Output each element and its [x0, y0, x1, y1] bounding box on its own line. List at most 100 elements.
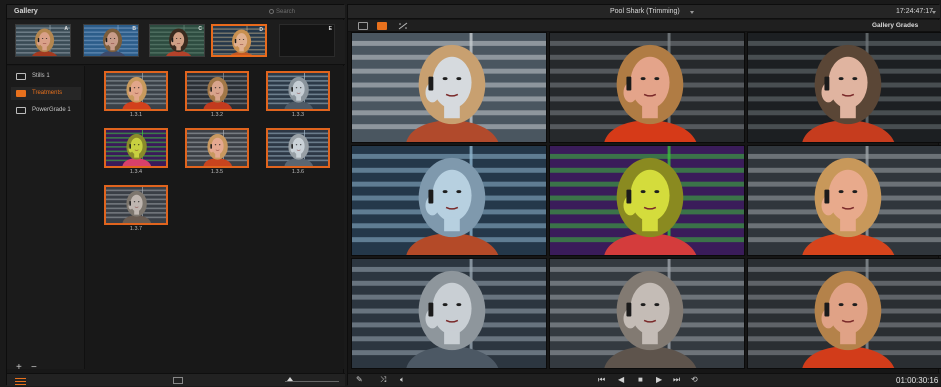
album-label: Treatments [32, 90, 63, 96]
search-placeholder: Search [276, 9, 296, 15]
album-label: PowerGrade 1 [32, 107, 71, 113]
clip-title[interactable]: Pool Shark (Trimming) [610, 8, 680, 15]
album-label: Stills 1 [32, 73, 50, 79]
thumbnail-size-slider[interactable] [285, 381, 339, 382]
still-label: 1.3.2 [210, 112, 224, 118]
gallery-still[interactable]: 1.3.4 [104, 128, 168, 176]
grade-cell[interactable] [747, 32, 941, 143]
add-album-button[interactable]: + [16, 362, 22, 373]
stills-album-icon [16, 73, 26, 80]
memory-letter: D [259, 27, 263, 33]
gallery-still[interactable]: 1.3.5 [185, 128, 249, 176]
split-mode-label[interactable]: Gallery Grades [872, 22, 918, 29]
portrait-image [550, 33, 744, 142]
still-label: 1.3.5 [210, 169, 224, 175]
remove-album-button[interactable]: − [31, 362, 37, 373]
portrait-image [16, 25, 70, 56]
grade-grid [351, 32, 941, 372]
portrait-image [268, 73, 328, 109]
portrait-image [84, 25, 138, 56]
portrait-image [748, 146, 941, 255]
grade-cell[interactable] [549, 258, 745, 369]
memory-letter: C [198, 26, 202, 32]
still-label: 1.3.3 [291, 112, 305, 118]
grade-cell[interactable] [747, 145, 941, 256]
album-list: Stills 1 Treatments PowerGrade 1 [7, 66, 85, 369]
memory-slot[interactable]: D [211, 24, 267, 57]
grade-cell[interactable] [549, 32, 745, 143]
gallery-still[interactable]: 1.3.7 [104, 185, 168, 233]
grade-cell[interactable] [351, 32, 547, 143]
gallery-title: Gallery [14, 8, 38, 15]
treatments-album-icon [16, 90, 26, 97]
portrait-image [187, 73, 247, 109]
memory-slot[interactable]: C [149, 24, 205, 57]
portrait-image [106, 130, 166, 166]
wipe-icon[interactable] [398, 22, 408, 30]
viewer-header: Pool Shark (Trimming) 17:24:47:17 [348, 5, 940, 19]
still-thumbnail[interactable] [266, 71, 330, 111]
record-timecode: 01:00:30:16 [896, 376, 939, 385]
audio-icon[interactable]: 🔈︎ [400, 375, 405, 385]
loop-button[interactable]: ⟲ [691, 375, 698, 384]
gallery-header: Gallery Search [7, 5, 345, 19]
memory-slot[interactable]: E [279, 24, 335, 57]
shuffle-icon[interactable]: ⤨ [380, 375, 386, 385]
powergrade-album-icon [16, 107, 26, 114]
stills-grid: 1.3.1 1.3.2 1.3.3 1.3.4 1.3.5 1.3.6 1.3.7 [86, 66, 344, 369]
clip-dropdown-icon[interactable] [690, 11, 694, 14]
portrait-image [550, 146, 744, 255]
gallery-search-input[interactable]: Search [269, 9, 295, 15]
go-to-end-button[interactable]: ⏭ [673, 375, 680, 385]
album-item[interactable]: PowerGrade 1 [11, 104, 81, 117]
portrait-image [748, 33, 941, 142]
gallery-still[interactable]: 1.3.2 [185, 71, 249, 119]
viewer-toolbar: Gallery Grades [348, 20, 940, 32]
still-thumbnail[interactable] [104, 185, 168, 225]
gallery-still[interactable]: 1.3.3 [266, 71, 330, 119]
viewer-panel: Pool Shark (Trimming) 17:24:47:17 Galler… [347, 4, 941, 386]
grade-cell[interactable] [351, 145, 547, 256]
portrait-image [352, 33, 546, 142]
search-icon [269, 9, 274, 14]
gallery-still[interactable]: 1.3.6 [266, 128, 330, 176]
grade-cell[interactable] [351, 258, 547, 369]
memory-letter: A [64, 26, 68, 32]
portrait-image [748, 259, 941, 368]
go-to-start-button[interactable]: ⏮ [598, 375, 605, 385]
portrait-image [150, 25, 204, 56]
portrait-image [550, 259, 744, 368]
still-label: 1.3.1 [129, 112, 143, 118]
slider-handle[interactable] [287, 377, 293, 381]
stop-button[interactable]: ■ [638, 375, 643, 384]
still-label: 1.3.4 [129, 169, 143, 175]
still-thumbnail[interactable] [104, 71, 168, 111]
still-label: 1.3.7 [129, 226, 143, 232]
pen-tool-icon[interactable]: ✎ [356, 375, 363, 384]
still-thumbnail[interactable] [185, 128, 249, 168]
memory-slot[interactable]: A [15, 24, 71, 57]
still-thumbnail[interactable] [185, 71, 249, 111]
portrait-image [106, 187, 166, 223]
memory-letter: B [132, 26, 136, 32]
memory-slot[interactable]: B [83, 24, 139, 57]
album-item[interactable]: Stills 1 [11, 70, 81, 83]
still-thumbnail[interactable] [104, 128, 168, 168]
step-back-button[interactable]: ◀ [618, 375, 624, 384]
portrait-image [352, 146, 546, 255]
list-view-icon[interactable] [15, 376, 26, 385]
gallery-footer [7, 373, 345, 386]
portrait-image [187, 130, 247, 166]
album-item[interactable]: Treatments [11, 87, 81, 100]
portrait-image [106, 73, 166, 109]
grade-cell[interactable] [747, 258, 941, 369]
memory-strip: A B C D E [7, 20, 345, 65]
play-button[interactable]: ▶ [656, 375, 662, 384]
still-thumbnail[interactable] [266, 128, 330, 168]
timecode-dropdown-icon[interactable] [932, 11, 936, 14]
gallery-still[interactable]: 1.3.1 [104, 71, 168, 119]
thumbnail-view-icon[interactable] [173, 377, 183, 384]
split-screen-icon[interactable] [377, 22, 387, 30]
single-view-icon[interactable] [358, 22, 368, 30]
grade-cell[interactable] [549, 145, 745, 256]
